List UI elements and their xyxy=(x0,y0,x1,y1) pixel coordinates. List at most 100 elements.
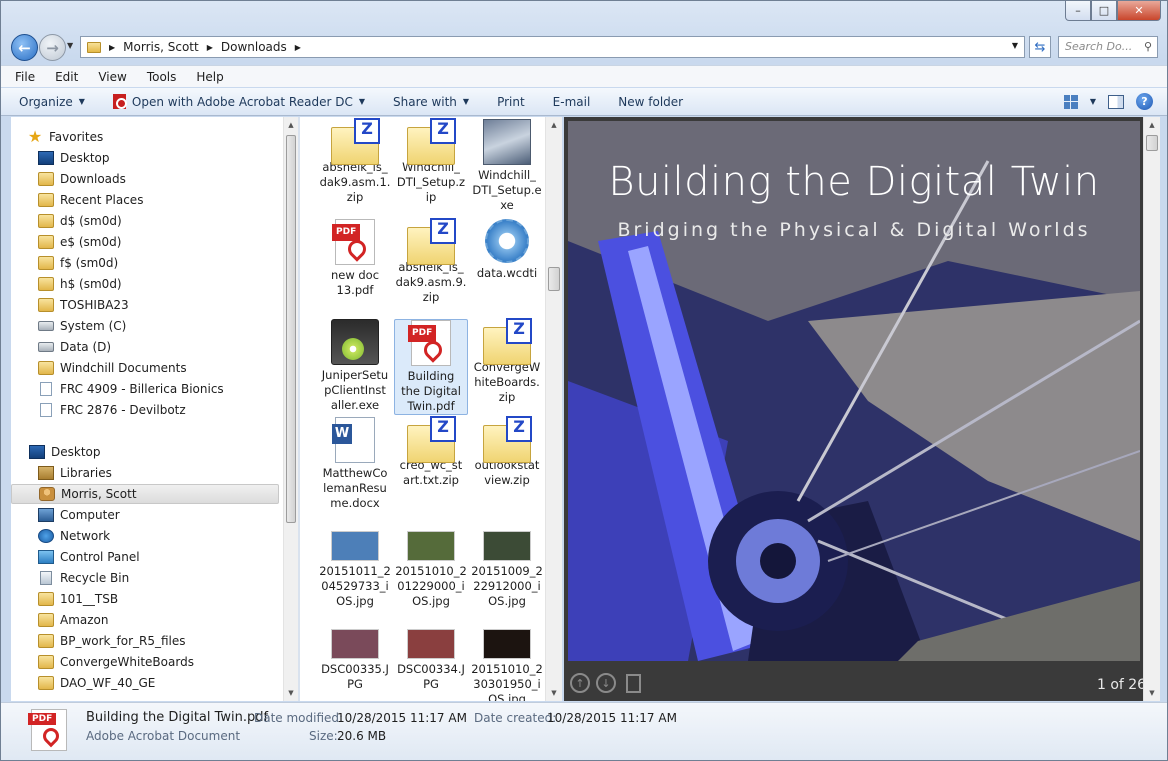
file-item[interactable]: Buildingthe DigitalTwin.pdf xyxy=(394,319,468,415)
address-bar[interactable]: ▶ Morris, Scott ▶ Downloads ▶ ▼ xyxy=(80,36,1025,58)
nav-item-favorite[interactable]: System (C) xyxy=(11,316,279,336)
file-item[interactable]: absheik_is_dak9.asm.9.zip xyxy=(394,218,468,305)
refresh-button[interactable]: ⇆ xyxy=(1029,36,1051,58)
nav-item-favorite[interactable]: TOSHIBA23 xyxy=(11,295,279,315)
nav-item-desktop-child[interactable]: Network xyxy=(11,526,279,546)
help-icon[interactable]: ? xyxy=(1136,93,1153,110)
scroll-down-arrow[interactable]: ▼ xyxy=(546,685,562,701)
chevron-right-icon[interactable]: ▶ xyxy=(207,43,213,52)
file-item[interactable]: ConvergeWhiteBoards.zip xyxy=(470,318,544,405)
nav-item-favorite[interactable]: Downloads xyxy=(11,169,279,189)
nav-item-favorite[interactable]: FRC 4909 - Billerica Bionics xyxy=(11,379,279,399)
preview-scroll-thumb[interactable] xyxy=(1146,135,1158,151)
file-item[interactable]: data.wcdti xyxy=(470,219,544,281)
file-list-scrollbar[interactable]: ▲ ▼ xyxy=(545,117,562,701)
breadcrumb-downloads[interactable]: Downloads xyxy=(221,40,287,54)
nav-favorites[interactable]: ★ Favorites xyxy=(11,127,279,147)
scroll-down-arrow[interactable]: ▼ xyxy=(1144,685,1160,701)
file-item[interactable]: outlookstatview.zip xyxy=(470,416,544,488)
nav-item-label: 101__TSB xyxy=(60,592,119,606)
preview-pane-toggle-icon[interactable] xyxy=(1108,94,1124,109)
file-item[interactable]: creo_wc_start.txt.zip xyxy=(394,416,468,488)
maximize-button[interactable]: □ xyxy=(1091,1,1117,21)
recent-pages-dropdown[interactable]: ▼ xyxy=(67,41,73,50)
organize-button[interactable]: Organize ▼ xyxy=(19,95,85,109)
menu-tools[interactable]: Tools xyxy=(143,70,181,84)
chevron-right-icon[interactable]: ▶ xyxy=(109,43,115,52)
menu-edit[interactable]: Edit xyxy=(51,70,82,84)
nav-item-desktop-child[interactable]: Morris, Scott xyxy=(11,484,279,504)
nav-item-desktop-child[interactable]: Amazon xyxy=(11,610,279,630)
file-item[interactable]: Windchill_DTI_Setup.zip xyxy=(394,118,468,205)
nav-item-favorite[interactable]: f$ (sm0d) xyxy=(11,253,279,273)
document-icon[interactable] xyxy=(626,673,641,693)
email-button[interactable]: E-mail xyxy=(553,95,591,109)
nav-item-favorite[interactable]: Recent Places xyxy=(11,190,279,210)
image-icon xyxy=(331,531,379,561)
nav-item-favorite[interactable]: e$ (sm0d) xyxy=(11,232,279,252)
folder-icon xyxy=(38,256,54,270)
change-view-icon[interactable] xyxy=(1063,94,1078,109)
back-button[interactable]: ← xyxy=(11,34,38,61)
nav-item-desktop-child[interactable]: ConvergeWhiteBoards xyxy=(11,652,279,672)
scroll-down-arrow[interactable]: ▼ xyxy=(284,685,298,701)
nav-item-favorite[interactable]: Windchill Documents xyxy=(11,358,279,378)
breadcrumb-user[interactable]: Morris, Scott xyxy=(123,40,199,54)
nav-item-favorite[interactable]: h$ (sm0d) xyxy=(11,274,279,294)
nav-item-desktop-child[interactable]: Control Panel xyxy=(11,547,279,567)
close-button[interactable]: ✕ xyxy=(1117,1,1161,21)
file-item[interactable]: 20151011_2 04529733_i OS.jpg xyxy=(318,517,392,609)
new-folder-button[interactable]: New folder xyxy=(618,95,683,109)
search-input[interactable]: Search Do... ⚲ xyxy=(1058,36,1158,58)
image-icon xyxy=(483,531,531,561)
print-button[interactable]: Print xyxy=(497,95,525,109)
file-item[interactable]: Windchill_ DTI_Setup.e xe xyxy=(470,119,544,213)
file-item[interactable]: JuniperSetu pClientInst aller.exe xyxy=(318,319,392,413)
file-item[interactable]: absheik_is_dak9.asm.1.zip xyxy=(318,118,392,205)
share-with-button[interactable]: Share with ▼ xyxy=(393,95,469,109)
nav-item-favorite[interactable]: FRC 2876 - Devilbotz xyxy=(11,400,279,420)
file-item[interactable]: DSC00334.J PG xyxy=(394,615,468,692)
file-item[interactable]: 20151010_2 01229000_i OS.jpg xyxy=(394,517,468,609)
nav-item-desktop-child[interactable]: Computer xyxy=(11,505,279,525)
file-name-line: view.zip xyxy=(484,473,530,487)
nav-item-label: DAO_WF_40_GE xyxy=(60,676,156,690)
menu-file[interactable]: File xyxy=(11,70,39,84)
view-dropdown-icon[interactable]: ▼ xyxy=(1090,97,1096,106)
file-item[interactable]: new doc13.pdf xyxy=(318,219,392,298)
menu-view[interactable]: View xyxy=(94,70,130,84)
preview-scrollbar[interactable]: ▲ ▼ xyxy=(1143,117,1160,701)
nav-item-favorite[interactable]: Data (D) xyxy=(11,337,279,357)
file-scroll-thumb[interactable] xyxy=(548,267,560,291)
nav-item-desktop-child[interactable]: Recycle Bin xyxy=(11,568,279,588)
scroll-up-arrow[interactable]: ▲ xyxy=(1144,117,1160,133)
next-page-icon[interactable]: ↓ xyxy=(596,673,616,693)
chevron-right-icon[interactable]: ▶ xyxy=(295,43,301,52)
file-item[interactable]: 20151010_2 30301950_i OS.jpg xyxy=(470,615,544,701)
address-history-dropdown[interactable]: ▼ xyxy=(1012,41,1018,50)
nav-item-desktop-child[interactable]: DAO_WF_40_GE xyxy=(11,673,279,693)
file-item[interactable]: DSC00335.J PG xyxy=(318,615,392,692)
file-name-line: zip xyxy=(422,290,440,304)
nav-scrollbar[interactable]: ▲ ▼ xyxy=(283,117,298,701)
previous-page-icon[interactable]: ↑ xyxy=(570,673,590,693)
minimize-button[interactable]: – xyxy=(1065,1,1091,21)
nav-item-desktop-child[interactable]: 101__TSB xyxy=(11,589,279,609)
menu-help[interactable]: Help xyxy=(192,70,227,84)
file-item[interactable]: MatthewColemanResume.docx xyxy=(318,417,392,511)
nav-scroll-thumb[interactable] xyxy=(286,135,296,523)
nav-item-desktop-child[interactable]: BP_work_for_R5_files xyxy=(11,631,279,651)
nav-desktop[interactable]: Desktop xyxy=(11,442,279,462)
image-icon xyxy=(483,629,531,659)
forward-button[interactable]: → xyxy=(39,34,66,61)
scroll-up-arrow[interactable]: ▲ xyxy=(546,117,562,133)
zip-icon xyxy=(407,118,456,165)
nav-item-favorite[interactable]: d$ (sm0d) xyxy=(11,211,279,231)
file-name-line: pClientInst xyxy=(324,383,386,397)
file-item[interactable]: 20151009_2 22912000_i OS.jpg xyxy=(470,517,544,609)
open-with-button[interactable]: Open with Adobe Acrobat Reader DC ▼ xyxy=(112,94,365,109)
nav-item-favorite[interactable]: Desktop xyxy=(11,148,279,168)
preview-pane: Building the Digital Twin Bridging the P… xyxy=(564,117,1160,701)
scroll-up-arrow[interactable]: ▲ xyxy=(284,117,298,133)
nav-item-desktop-child[interactable]: Libraries xyxy=(11,463,279,483)
